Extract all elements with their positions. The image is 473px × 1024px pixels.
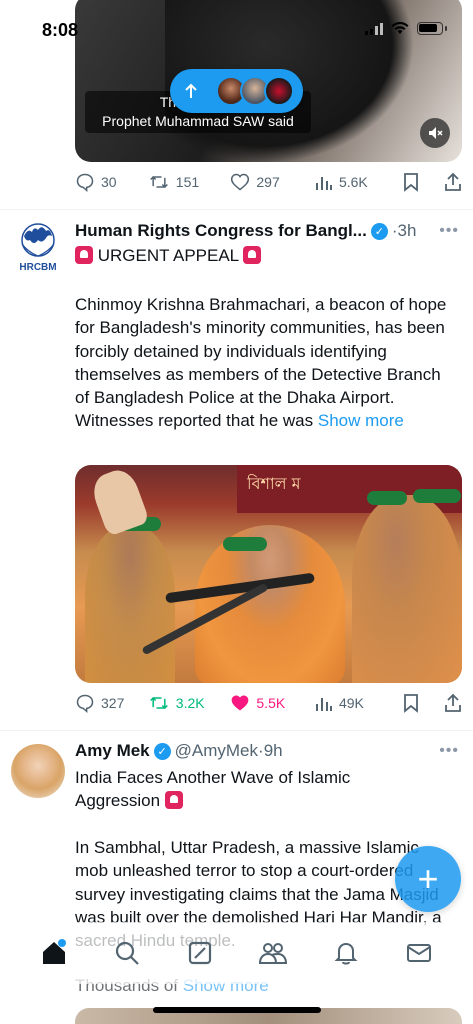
repost-icon	[149, 696, 168, 710]
bottom-navigation	[0, 922, 473, 984]
author-handle[interactable]: @AmyMek	[175, 741, 258, 761]
nav-communities[interactable]	[253, 933, 293, 973]
reply-button[interactable]: 30	[75, 172, 148, 192]
repost-button[interactable]: 151	[148, 172, 231, 192]
like-button[interactable]: 5.5K	[230, 693, 315, 713]
reply-icon	[76, 694, 94, 713]
status-icons	[365, 22, 447, 35]
divider	[0, 730, 473, 731]
hrcbm-avatar[interactable]: HRCBM	[14, 222, 62, 274]
communities-icon	[258, 943, 287, 964]
verified-badge-icon: ✓	[370, 222, 388, 240]
amy-mek-avatar[interactable]	[11, 744, 65, 798]
siren-emoji-icon	[243, 246, 262, 264]
reply-count: 327	[101, 695, 125, 711]
tweet-title-line-2: Aggression	[75, 791, 161, 811]
tweet-body: Chinmoy Krishna Brahmachari, a beacon of…	[75, 293, 455, 433]
plus-icon: +	[417, 858, 439, 899]
nav-search[interactable]	[107, 933, 147, 973]
share-icon	[445, 172, 461, 191]
post-time[interactable]: 9h	[264, 741, 283, 761]
bookmark-icon	[404, 694, 419, 713]
share-button[interactable]	[443, 172, 463, 192]
show-more-link[interactable]: Show more	[318, 411, 404, 430]
headband	[223, 537, 267, 551]
views-button[interactable]: 5.6K	[315, 173, 404, 191]
speaker-muted-icon	[429, 127, 443, 139]
like-button[interactable]: 297	[230, 172, 315, 192]
banner-text: বিশাল ম	[247, 474, 301, 493]
heart-icon	[231, 173, 250, 191]
share-button[interactable]	[443, 693, 463, 713]
reply-count: 30	[101, 174, 117, 190]
battery-icon	[417, 22, 443, 35]
status-bar: 8:08	[0, 0, 473, 58]
bookmark-icon	[404, 173, 419, 192]
battery-tip	[445, 26, 447, 31]
arrow-up-icon	[185, 83, 197, 98]
tweet-header: Human Rights Congress for Bangl... ✓ · 3…	[75, 221, 416, 241]
mute-button[interactable]	[420, 118, 450, 148]
repost-count: 151	[175, 174, 200, 190]
bookmark-button[interactable]	[403, 693, 433, 713]
photo-speaker	[195, 525, 345, 683]
grok-icon	[188, 941, 212, 965]
tweet-title-line-1: India Faces Another Wave of Islamic	[75, 768, 351, 787]
author-name[interactable]: Amy Mek	[75, 741, 150, 761]
nav-home[interactable]	[34, 933, 74, 973]
siren-emoji-icon	[164, 791, 183, 810]
new-posts-button[interactable]	[170, 69, 303, 113]
status-time: 8:08	[42, 20, 79, 40]
nav-grok[interactable]	[180, 933, 220, 973]
more-options-icon[interactable]: •••	[439, 742, 459, 760]
photo-person	[85, 525, 175, 683]
tweet-photo[interactable]: বিশাল ম	[75, 465, 462, 683]
siren-emoji-icon	[75, 246, 93, 264]
views-count: 49K	[338, 695, 364, 711]
headband	[413, 489, 461, 503]
reply-icon	[76, 173, 94, 192]
views-button[interactable]: 49K	[315, 694, 404, 712]
video-post-actions: 30 151 297 5.6K	[75, 172, 463, 192]
verified-badge-icon: ✓	[153, 742, 171, 760]
home-indicator	[153, 1007, 321, 1013]
pill-avatar	[264, 76, 294, 106]
hrcbm-avatar-label: HRCBM	[19, 262, 57, 273]
bookmark-button[interactable]	[403, 172, 433, 192]
nav-messages[interactable]	[399, 933, 439, 973]
cellular-signal-icon	[365, 22, 383, 35]
tweet-header: Amy Mek ✓ @AmyMek · 9h	[75, 741, 283, 761]
like-count: 5.5K	[256, 695, 286, 711]
repost-icon	[149, 175, 168, 189]
author-name[interactable]: Human Rights Congress for Bangl...	[75, 221, 367, 241]
like-count: 297	[256, 174, 280, 190]
heart-filled-icon	[232, 695, 249, 711]
hrcbm-logo-icon	[21, 223, 55, 257]
reply-button[interactable]: 327	[75, 693, 148, 713]
search-icon	[116, 941, 140, 965]
envelope-icon	[406, 944, 431, 962]
tweet-title: URGENT APPEAL	[75, 244, 455, 267]
caption-line-2: Prophet Muhammad SAW said	[102, 113, 294, 129]
views-chart-icon	[315, 177, 332, 190]
compose-post-button[interactable]: +	[395, 846, 461, 912]
views-count: 5.6K	[338, 174, 368, 190]
wifi-icon	[391, 22, 409, 34]
nav-notifications[interactable]	[326, 933, 366, 973]
tweet-title-text: URGENT APPEAL	[97, 246, 239, 265]
more-options-icon[interactable]: •••	[439, 222, 459, 240]
share-icon	[445, 693, 461, 712]
photo-person	[352, 495, 462, 683]
headband	[367, 491, 407, 505]
bell-icon	[334, 942, 358, 965]
tweet-title: India Faces Another Wave of Islamic Aggr…	[75, 766, 455, 813]
views-chart-icon	[315, 698, 332, 711]
repost-button[interactable]: 3.2K	[148, 693, 231, 713]
tweet1-actions: 327 3.2K 5.5K 49K	[75, 693, 463, 713]
divider	[0, 209, 473, 210]
post-time[interactable]: 3h	[398, 221, 417, 241]
repost-count: 3.2K	[175, 695, 205, 711]
